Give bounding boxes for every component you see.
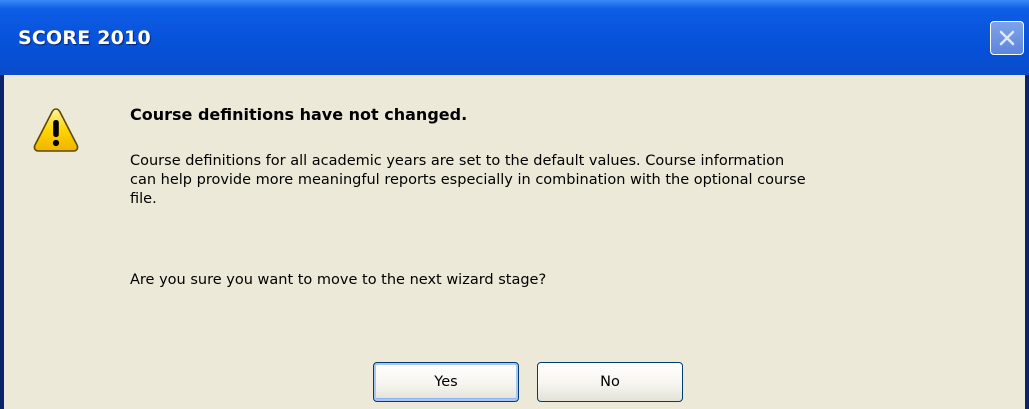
dialog-question: Are you sure you want to move to the nex…: [130, 272, 547, 288]
dialog-message: Course definitions for all academic year…: [130, 152, 1010, 209]
close-button[interactable]: [990, 21, 1024, 55]
window-title: SCORE 2010: [18, 27, 151, 49]
dialog-heading: Course definitions have not changed.: [130, 105, 468, 124]
close-icon: [999, 30, 1015, 46]
dialog-body: Course definitions have not changed. Cou…: [4, 75, 1025, 409]
message-line: file.: [130, 191, 157, 207]
dialog-window: SCORE 2010 Course definitions have not c…: [0, 0, 1029, 409]
title-bar[interactable]: SCORE 2010: [0, 0, 1029, 75]
warning-icon: [33, 108, 79, 152]
message-line: can help provide more meaningful reports…: [130, 172, 806, 188]
yes-button[interactable]: Yes: [373, 362, 519, 402]
message-line: Course definitions for all academic year…: [130, 153, 785, 169]
no-button[interactable]: No: [537, 362, 683, 402]
